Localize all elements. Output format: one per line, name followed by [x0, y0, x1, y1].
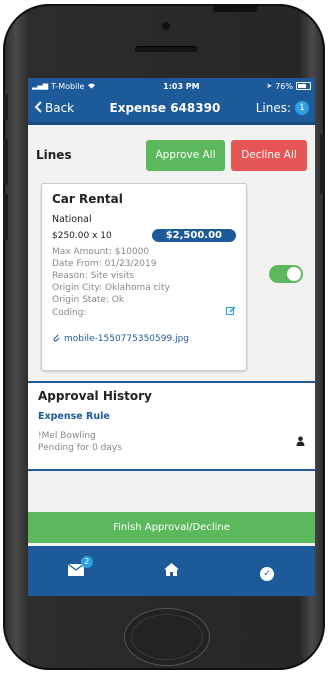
earpiece: [135, 46, 197, 52]
approve-all-button[interactable]: Approve All: [146, 139, 225, 171]
phone-power-button: [320, 134, 325, 194]
approver-name: !Mel Bowling: [38, 431, 96, 441]
approval-history-title: Approval History: [38, 389, 152, 403]
battery-icon: [295, 82, 311, 90]
attachment-filename: mobile-1550775350599.jpg: [64, 333, 189, 344]
home-button[interactable]: [124, 608, 210, 666]
line-origin-city: Origin City: Oklahoma city: [52, 283, 170, 293]
edit-icon[interactable]: [226, 306, 236, 320]
approver-row: !Mel Bowling Pending for 0 days: [38, 430, 305, 454]
line-amount: $2,500.00: [151, 229, 236, 242]
tab-bar: 2 ✓: [28, 546, 315, 596]
home-icon: [163, 562, 179, 580]
lines-header: Lines Approve All Decline All: [28, 135, 315, 175]
phone-mute-switch: [3, 94, 8, 120]
back-label: Back: [45, 101, 75, 115]
line-date-from: Date From: 01/23/2019: [52, 259, 157, 269]
check-circle-icon: ✓: [260, 566, 275, 581]
line-origin-state: Origin State: Ok: [52, 295, 125, 305]
attachment-link[interactable]: mobile-1550775350599.jpg: [52, 332, 236, 345]
page-title: Expense 648390: [109, 101, 221, 115]
phone-volume-down: [3, 194, 8, 240]
lines-indicator[interactable]: Lines: 1: [256, 101, 309, 115]
paperclip-icon: [52, 332, 60, 345]
line-reason: Reason: Site visits: [52, 271, 135, 281]
phone-top-tab: [213, 4, 257, 12]
clock: 1:03 PM: [163, 81, 200, 91]
front-camera: [162, 22, 170, 30]
nav-bar: Back Expense 648390 Lines: 1: [28, 94, 315, 125]
line-item-card[interactable]: Car Rental National $250.00 x 10 $2,500.…: [41, 183, 247, 371]
expense-rule-title: Expense Rule: [38, 411, 110, 422]
battery-percent: 76%: [275, 81, 293, 91]
line-title: Car Rental: [52, 192, 123, 206]
lines-title: Lines: [36, 148, 72, 162]
person-icon: [296, 436, 305, 449]
screen: ▂▄▆ T-Mobile 1:03 PM ➤ 76% Back Expense …: [28, 78, 315, 596]
tab-home[interactable]: [146, 562, 196, 580]
lines-list: Car Rental National $250.00 x 10 $2,500.…: [28, 175, 315, 383]
line-coding: Coding:: [52, 308, 87, 318]
lines-label: Lines:: [255, 101, 291, 115]
approval-history: Approval History Expense Rule !Mel Bowli…: [28, 383, 315, 471]
back-button[interactable]: Back: [34, 100, 75, 116]
lines-count-badge: 1: [295, 101, 309, 115]
line-max-amount: Max Amount: $10000: [52, 247, 150, 257]
mail-count-badge: 2: [80, 556, 93, 568]
location-icon: ➤: [266, 82, 273, 90]
approver-status: Pending for 0 days: [38, 443, 122, 453]
line-quantity: $250.00 x 10: [52, 230, 112, 241]
carrier-label: T-Mobile: [51, 81, 85, 91]
finish-approval-button[interactable]: Finish Approval/Decline: [28, 512, 315, 543]
phone-volume-up: [3, 139, 8, 185]
signal-icon: ▂▄▆: [32, 82, 49, 90]
chevron-left-icon: [34, 100, 42, 116]
line-vendor: National: [52, 214, 92, 225]
wifi-icon: [87, 82, 96, 91]
tab-approvals[interactable]: ✓: [242, 562, 292, 581]
tab-messages[interactable]: 2: [51, 556, 101, 580]
line-approve-toggle[interactable]: [269, 265, 303, 283]
status-bar: ▂▄▆ T-Mobile 1:03 PM ➤ 76%: [28, 78, 315, 94]
decline-all-button[interactable]: Decline All: [231, 139, 307, 171]
